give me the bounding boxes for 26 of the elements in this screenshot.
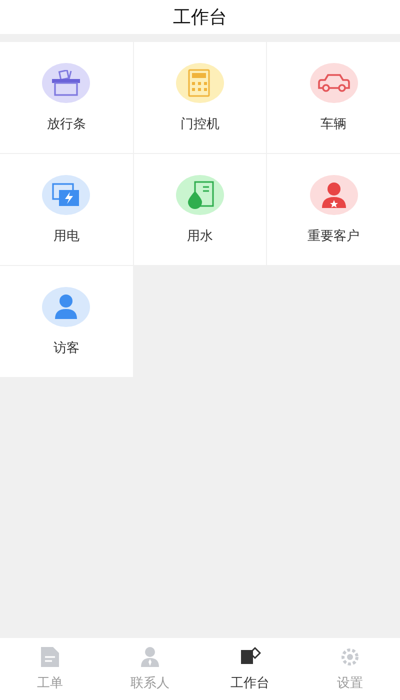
module-tile[interactable]: 车辆 <box>267 42 400 153</box>
module-tile[interactable]: 放行条 <box>0 42 133 153</box>
module-tile[interactable]: 用水 <box>134 154 266 265</box>
settings-icon <box>339 646 361 668</box>
calculator-icon <box>188 68 212 96</box>
document-icon <box>40 646 60 668</box>
module-tile[interactable]: 用电 <box>0 154 133 265</box>
module-tile[interactable]: 门控机 <box>134 42 266 153</box>
module-tile[interactable]: 重要客户 <box>267 154 400 265</box>
basket-icon <box>51 70 82 96</box>
module-label: 用水 <box>186 228 213 244</box>
module-label: 访客 <box>53 340 80 356</box>
module-label: 车辆 <box>320 116 347 132</box>
person-star-icon <box>320 180 348 208</box>
water-drop-icon <box>186 180 214 208</box>
person-icon <box>140 646 160 668</box>
page-title: 工作台 <box>173 6 227 29</box>
tab-item[interactable]: 工作台 <box>200 638 300 700</box>
car-icon <box>318 72 350 92</box>
lightning-icon <box>52 182 80 206</box>
module-label: 门控机 <box>180 116 220 132</box>
module-tile[interactable]: 访客 <box>0 266 133 377</box>
user-icon <box>54 294 78 320</box>
module-label: 用电 <box>53 228 80 244</box>
module-label: 放行条 <box>46 116 86 132</box>
module-label: 重要客户 <box>308 228 360 244</box>
